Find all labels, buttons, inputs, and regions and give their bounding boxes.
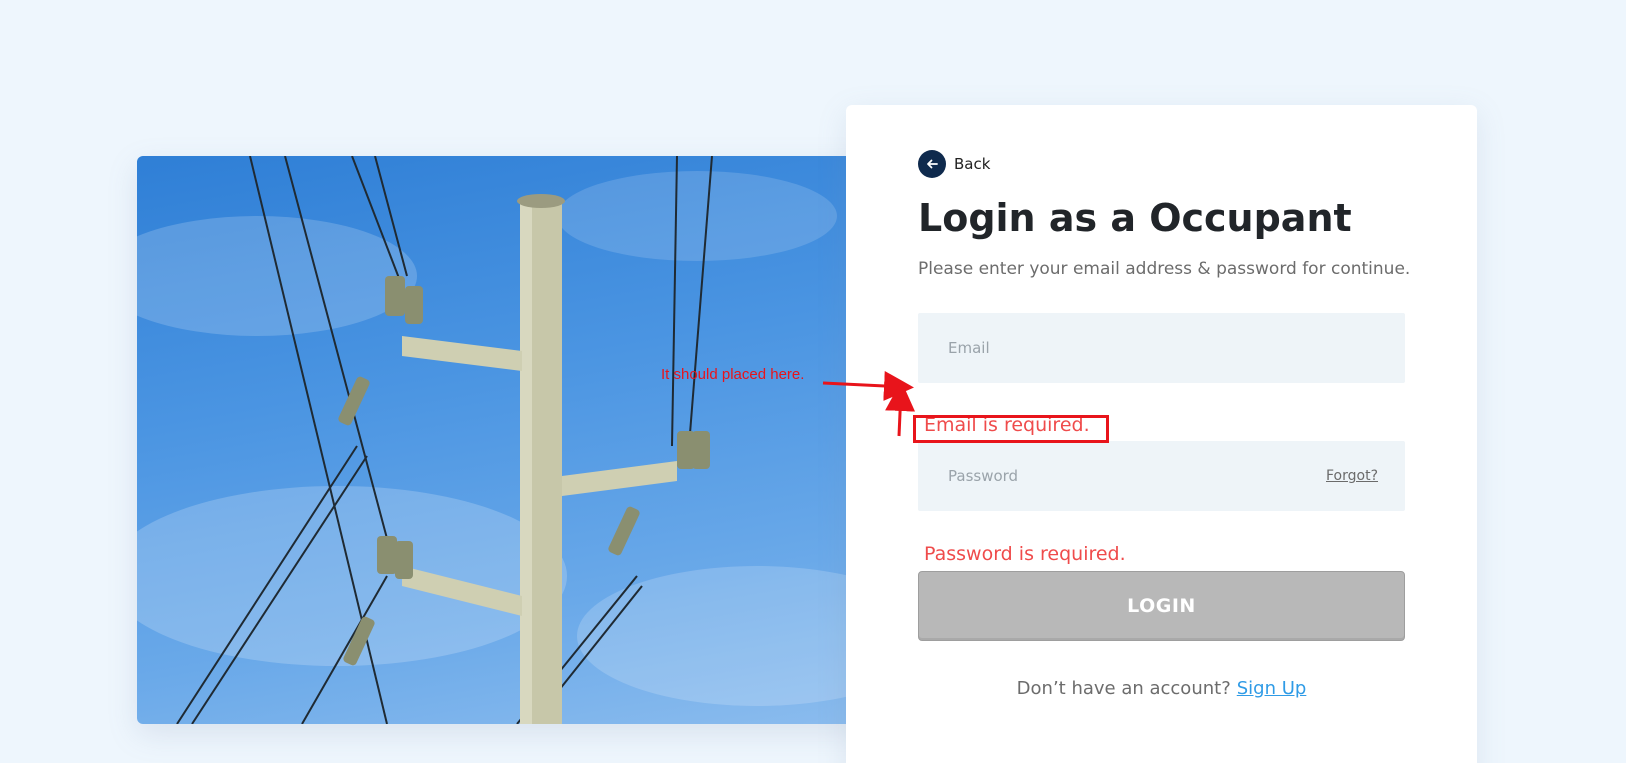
annotation-highlight-box <box>913 415 1109 443</box>
signup-prompt: Don’t have an account? <box>1016 678 1231 699</box>
password-error-message: Password is required. <box>924 543 1126 565</box>
page-title: Login as a Occupant <box>918 196 1352 240</box>
email-input[interactable] <box>918 313 1405 383</box>
signup-row: Don’t have an account? Sign Up <box>918 678 1405 699</box>
arrow-left-icon[interactable] <box>918 150 946 178</box>
login-button[interactable]: LOGIN <box>918 571 1405 641</box>
page-subtitle: Please enter your email address & passwo… <box>918 259 1411 279</box>
power-pole-illustration <box>137 156 870 724</box>
back-button[interactable]: Back <box>918 150 990 178</box>
back-label[interactable]: Back <box>954 155 990 173</box>
annotation-note: It should placed here. <box>661 366 805 383</box>
forgot-password-link[interactable]: Forgot? <box>1326 468 1378 484</box>
signup-link[interactable]: Sign Up <box>1237 678 1307 699</box>
hero-image-power-pole <box>137 156 870 724</box>
